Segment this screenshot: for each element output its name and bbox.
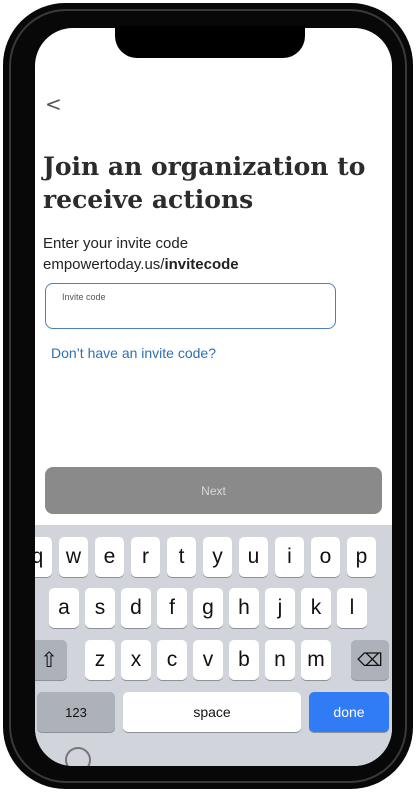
- next-button[interactable]: Next: [45, 467, 382, 514]
- key-l[interactable]: l: [337, 588, 367, 628]
- shift-key[interactable]: ⇧: [35, 640, 67, 680]
- key-u[interactable]: u: [239, 537, 268, 577]
- key-b[interactable]: b: [229, 640, 259, 680]
- key-a[interactable]: a: [49, 588, 79, 628]
- instruction-line: Enter your invite code: [43, 235, 189, 252]
- key-c[interactable]: c: [157, 640, 187, 680]
- key-m[interactable]: m: [301, 640, 331, 680]
- no-invite-code-link[interactable]: Don’t have an invite code?: [51, 345, 216, 361]
- numbers-key[interactable]: 123: [37, 692, 115, 732]
- emoji-globe-icon[interactable]: [65, 747, 91, 766]
- key-j[interactable]: j: [265, 588, 295, 628]
- invite-url-domain: empowertoday.us/: [43, 256, 165, 273]
- page-title: Join an organization to receive actions: [43, 152, 366, 214]
- key-k[interactable]: k: [301, 588, 331, 628]
- key-p[interactable]: p: [347, 537, 376, 577]
- key-q[interactable]: q: [35, 537, 52, 577]
- key-s[interactable]: s: [85, 588, 115, 628]
- key-x[interactable]: x: [121, 640, 151, 680]
- chevron-left-icon: <: [45, 92, 62, 116]
- invite-url: empowertoday.us/invitecode: [43, 254, 239, 275]
- key-v[interactable]: v: [193, 640, 223, 680]
- done-key[interactable]: done: [309, 692, 389, 732]
- invite-instructions: Enter your invite code empowertoday.us/i…: [43, 233, 239, 275]
- key-y[interactable]: y: [203, 537, 232, 577]
- key-z[interactable]: z: [85, 640, 115, 680]
- invite-url-code: invitecode: [164, 256, 239, 273]
- backspace-icon: ⌫: [357, 649, 383, 670]
- key-o[interactable]: o: [311, 537, 340, 577]
- phone-screen: < Join an organization to receive action…: [35, 28, 392, 766]
- key-n[interactable]: n: [265, 640, 295, 680]
- shift-icon: ⇧: [40, 648, 58, 672]
- space-key[interactable]: space: [123, 692, 301, 732]
- key-r[interactable]: r: [131, 537, 160, 577]
- key-w[interactable]: w: [59, 537, 88, 577]
- key-e[interactable]: e: [95, 537, 124, 577]
- phone-notch: [115, 26, 305, 58]
- key-f[interactable]: f: [157, 588, 187, 628]
- key-d[interactable]: d: [121, 588, 151, 628]
- key-t[interactable]: t: [167, 537, 196, 577]
- key-h[interactable]: h: [229, 588, 259, 628]
- back-button[interactable]: <: [45, 92, 62, 116]
- keyboard: q w e r t y u i o p a s d f g h j k l ⇧ …: [35, 525, 392, 766]
- key-i[interactable]: i: [275, 537, 304, 577]
- invite-code-placeholder: Invite code: [62, 292, 106, 302]
- invite-code-input[interactable]: Invite code: [45, 283, 336, 329]
- key-g[interactable]: g: [193, 588, 223, 628]
- delete-key[interactable]: ⌫: [351, 640, 389, 680]
